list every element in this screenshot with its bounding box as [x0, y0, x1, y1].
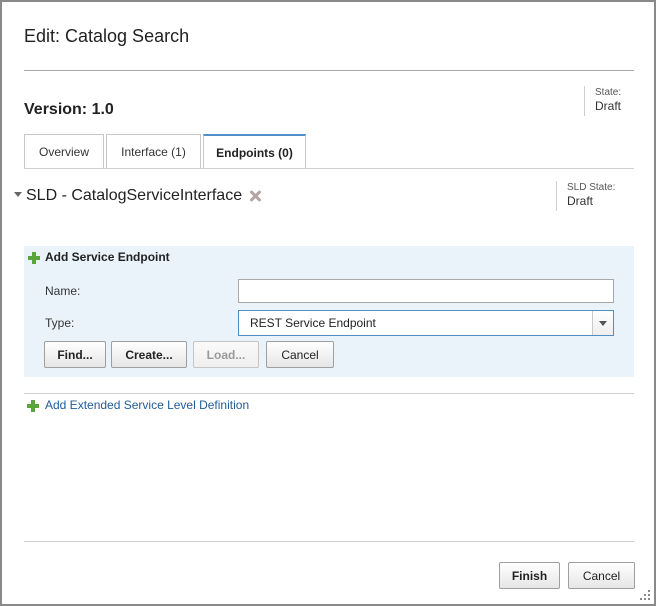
state-label: State:	[595, 87, 622, 98]
edit-dialog: Edit: Catalog Search State: Draft Versio…	[0, 0, 656, 606]
sld-state-label: SLD State:	[567, 182, 616, 193]
type-select[interactable]: REST Service Endpoint	[238, 310, 614, 336]
sld-header: SLD - CatalogServiceInterface	[14, 187, 261, 205]
name-input[interactable]	[238, 279, 614, 303]
load-button[interactable]: Load...	[193, 341, 259, 368]
tab-interface[interactable]: Interface (1)	[106, 134, 201, 168]
add-extended-sld-link[interactable]: Add Extended Service Level Definition	[45, 398, 249, 412]
type-label: Type:	[45, 316, 75, 330]
collapse-triangle-icon[interactable]	[14, 191, 22, 197]
add-service-endpoint-panel: Add Service Endpoint Name: Type: REST Se…	[24, 246, 634, 377]
section-divider	[24, 393, 634, 394]
cancel-button[interactable]: Cancel	[568, 562, 635, 589]
create-button[interactable]: Create...	[111, 341, 187, 368]
remove-x-icon[interactable]	[249, 190, 261, 202]
tab-overview[interactable]: Overview	[24, 134, 104, 168]
tab-bar-divider	[24, 168, 634, 169]
dialog-title: Edit: Catalog Search	[24, 26, 190, 46]
finish-button[interactable]: Finish	[499, 562, 560, 589]
tab-label: Endpoints (0)	[216, 145, 293, 160]
tab-label: Overview	[38, 144, 89, 159]
sld-title: SLD - CatalogServiceInterface	[26, 187, 243, 204]
type-select-value: REST Service Endpoint	[250, 316, 376, 330]
sld-state: SLD State: Draft	[556, 181, 615, 211]
version-heading: Version: 1.0	[24, 101, 114, 118]
state-value: Draft	[595, 99, 622, 113]
plus-icon	[27, 400, 39, 412]
tab-endpoints[interactable]: Endpoints (0)	[203, 134, 306, 169]
resize-grip-icon[interactable]	[640, 590, 650, 600]
tab-label: Interface (1)	[121, 144, 186, 159]
chevron-down-icon	[599, 320, 607, 326]
dropdown-button[interactable]	[592, 311, 613, 335]
find-button[interactable]: Find...	[44, 341, 106, 368]
footer-divider	[24, 541, 634, 542]
version-state: State: Draft	[584, 86, 621, 116]
plus-icon	[28, 252, 40, 264]
cancel-endpoint-button[interactable]: Cancel	[266, 341, 334, 368]
title-divider	[24, 70, 634, 71]
name-label: Name:	[45, 284, 81, 298]
add-endpoint-title: Add Service Endpoint	[45, 250, 170, 264]
sld-state-value: Draft	[567, 194, 594, 208]
